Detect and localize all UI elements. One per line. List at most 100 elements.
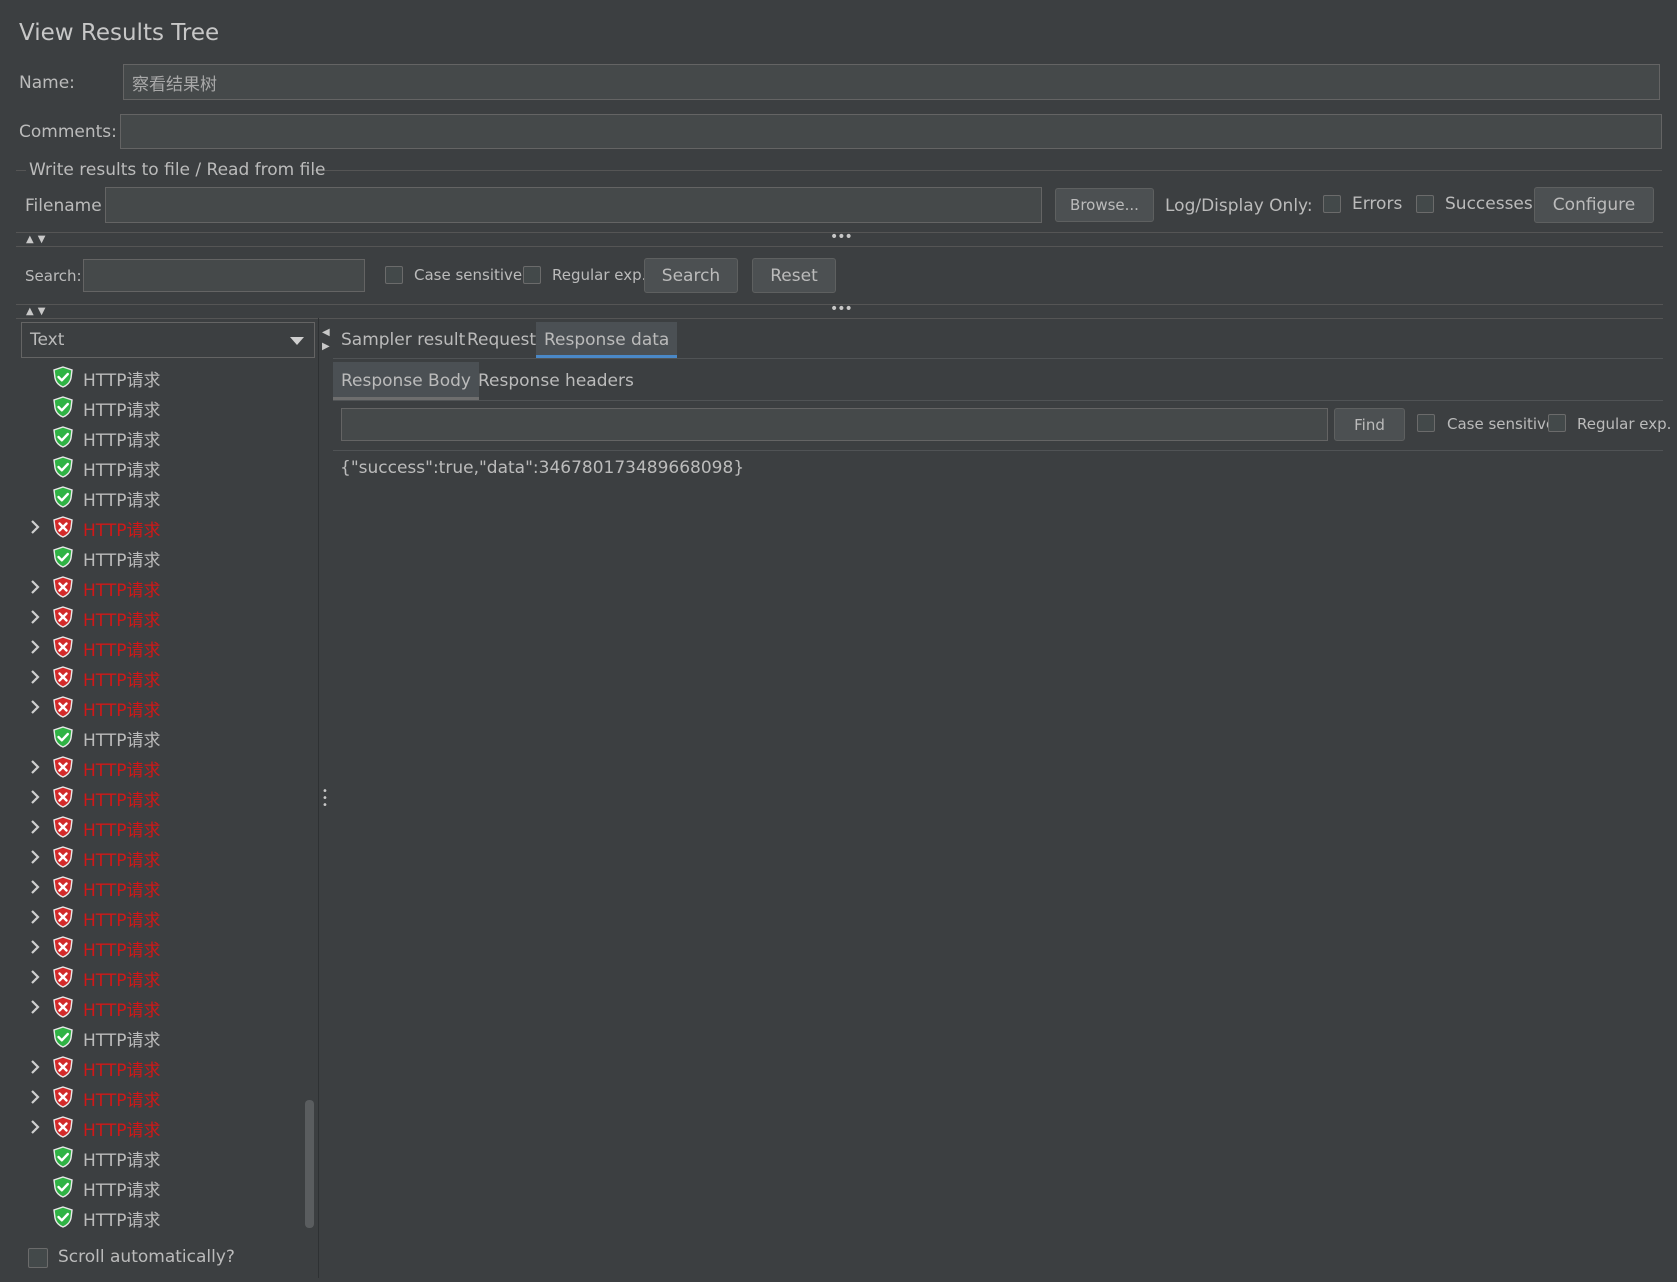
- error-shield-icon: [52, 996, 74, 1018]
- configure-button[interactable]: Configure: [1534, 187, 1654, 223]
- chevron-right-icon[interactable]: [28, 998, 42, 1016]
- tree-item[interactable]: HTTP请求: [22, 512, 312, 542]
- results-tree[interactable]: HTTP请求 HTTP请求 HTTP请求 HTTP请求 HTTP请求 HTTP请求 HTTP…: [22, 362, 312, 1238]
- tree-item[interactable]: HTTP请求: [22, 602, 312, 632]
- tree-item[interactable]: HTTP请求: [22, 992, 312, 1022]
- chevron-right-icon[interactable]: [28, 938, 42, 956]
- tree-item[interactable]: HTTP请求: [22, 572, 312, 602]
- chevron-right-icon[interactable]: [28, 638, 42, 656]
- tree-item[interactable]: HTTP请求: [22, 812, 312, 842]
- tab-sampler-result[interactable]: Sampler result: [333, 322, 473, 358]
- split-arrows-icon[interactable]: ◀ ▶: [322, 326, 330, 354]
- tab-response-headers[interactable]: Response headers: [470, 362, 642, 400]
- splitter-bottom: [16, 318, 1663, 319]
- browse-button[interactable]: Browse...: [1055, 188, 1154, 222]
- tree-item-label: HTTP请求: [83, 1031, 161, 1051]
- chevron-right-icon[interactable]: [28, 578, 42, 596]
- file-group-title: Write results to file / Read from file: [29, 160, 326, 180]
- tree-item-label: HTTP请求: [83, 641, 161, 661]
- tree-item[interactable]: HTTP请求: [22, 482, 312, 512]
- renderer-select[interactable]: Text: [21, 322, 315, 358]
- tree-item-label: HTTP请求: [83, 791, 161, 811]
- splitter-handle-icon[interactable]: •••: [830, 229, 853, 245]
- chevron-right-icon[interactable]: [28, 1118, 42, 1136]
- name-field[interactable]: 察看结果树: [123, 64, 1660, 100]
- tree-item[interactable]: HTTP请求: [22, 422, 312, 452]
- error-shield-icon: [52, 606, 74, 628]
- tree-item[interactable]: HTTP请求: [22, 722, 312, 752]
- tree-item[interactable]: HTTP请求: [22, 902, 312, 932]
- tree-item[interactable]: HTTP请求: [22, 1082, 312, 1112]
- tree-item[interactable]: HTTP请求: [22, 1202, 312, 1232]
- successes-checkbox[interactable]: [1416, 195, 1434, 213]
- chevron-right-icon[interactable]: [28, 698, 42, 716]
- collapse-arrows-icon[interactable]: ▲▼: [26, 234, 49, 245]
- tree-item[interactable]: HTTP请求: [22, 842, 312, 872]
- error-shield-icon: [52, 936, 74, 958]
- chevron-right-icon[interactable]: [28, 668, 42, 686]
- chevron-right-icon[interactable]: [28, 908, 42, 926]
- regex-checkbox[interactable]: [523, 266, 541, 284]
- tree-item-label: HTTP请求: [83, 521, 161, 541]
- vertical-splitter-handle-icon[interactable]: • • •: [322, 787, 328, 811]
- chevron-right-icon[interactable]: [28, 1088, 42, 1106]
- chevron-right-icon[interactable]: [28, 1058, 42, 1076]
- tree-item[interactable]: HTTP请求: [22, 1052, 312, 1082]
- filename-field[interactable]: [105, 187, 1042, 223]
- chevron-right-icon[interactable]: [28, 608, 42, 626]
- tree-item[interactable]: HTTP请求: [22, 1172, 312, 1202]
- chevron-right-icon[interactable]: [28, 758, 42, 776]
- tree-item-label: HTTP请求: [83, 821, 161, 841]
- tree-item[interactable]: HTTP请求: [22, 662, 312, 692]
- tree-item[interactable]: HTTP请求: [22, 1142, 312, 1172]
- collapse-arrows-icon[interactable]: ▲▼: [26, 306, 49, 317]
- tree-item-label: HTTP请求: [83, 761, 161, 781]
- tree-scrollbar[interactable]: [305, 1100, 314, 1228]
- tab-response-body[interactable]: Response Body: [333, 362, 479, 400]
- tree-item[interactable]: HTTP请求: [22, 932, 312, 962]
- tree-item-label: HTTP请求: [83, 1061, 161, 1081]
- tree-item[interactable]: HTTP请求: [22, 392, 312, 422]
- tree-item[interactable]: HTTP请求: [22, 782, 312, 812]
- chevron-right-icon[interactable]: [28, 878, 42, 896]
- error-shield-icon: [52, 1056, 74, 1078]
- errors-checkbox[interactable]: [1323, 195, 1341, 213]
- chevron-right-icon[interactable]: [28, 818, 42, 836]
- tree-item[interactable]: HTTP请求: [22, 752, 312, 782]
- error-shield-icon: [52, 786, 74, 808]
- success-shield-icon: [52, 1026, 74, 1048]
- chevron-right-icon[interactable]: [28, 968, 42, 986]
- scroll-auto-checkbox[interactable]: [28, 1248, 48, 1268]
- tree-item[interactable]: HTTP请求: [22, 692, 312, 722]
- tree-item[interactable]: HTTP请求: [22, 632, 312, 662]
- tree-item-label: HTTP请求: [83, 671, 161, 691]
- vertical-splitter[interactable]: [318, 318, 319, 1278]
- tree-item[interactable]: HTTP请求: [22, 1112, 312, 1142]
- scroll-auto-label: Scroll automatically?: [58, 1247, 235, 1267]
- find-input[interactable]: [341, 408, 1328, 441]
- tree-item[interactable]: HTTP请求: [22, 1022, 312, 1052]
- reset-button[interactable]: Reset: [752, 258, 836, 293]
- chevron-right-icon[interactable]: [28, 848, 42, 866]
- tree-item[interactable]: HTTP请求: [22, 962, 312, 992]
- case-sensitive-label: Case sensitive: [414, 266, 523, 284]
- search-button[interactable]: Search: [644, 258, 738, 293]
- tree-item[interactable]: HTTP请求: [22, 542, 312, 572]
- success-shield-icon: [52, 1146, 74, 1168]
- tab-request[interactable]: Request: [459, 322, 544, 358]
- tree-item[interactable]: HTTP请求: [22, 452, 312, 482]
- success-shield-icon: [52, 486, 74, 508]
- find-regex-checkbox[interactable]: [1548, 414, 1566, 432]
- comments-field[interactable]: [120, 114, 1662, 149]
- search-input[interactable]: [83, 259, 365, 292]
- find-button[interactable]: Find: [1334, 408, 1405, 441]
- tree-item[interactable]: HTTP请求: [22, 362, 312, 392]
- splitter-handle-icon[interactable]: •••: [830, 301, 853, 317]
- chevron-right-icon[interactable]: [28, 788, 42, 806]
- tree-item[interactable]: HTTP请求: [22, 872, 312, 902]
- chevron-right-icon[interactable]: [28, 518, 42, 536]
- tree-item-label: HTTP请求: [83, 731, 161, 751]
- tab-response-data[interactable]: Response data: [536, 322, 678, 358]
- find-case-sensitive-checkbox[interactable]: [1417, 414, 1435, 432]
- case-sensitive-checkbox[interactable]: [385, 266, 403, 284]
